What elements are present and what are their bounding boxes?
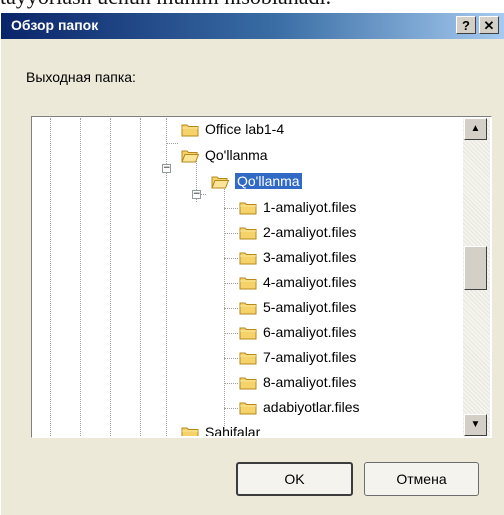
tree-item-label: Qo'llanma xyxy=(234,172,303,190)
ok-button[interactable]: OK xyxy=(236,462,353,496)
folder-icon xyxy=(239,401,257,415)
background-document-text: tayyorlash uchun muhim hisoblanadi. xyxy=(0,0,504,12)
folder-icon xyxy=(181,149,200,163)
tree-item[interactable]: Qo'llanma xyxy=(33,144,464,169)
tree-item-label: 6-amaliyot.files xyxy=(263,324,357,340)
tree-item-label: 1-amaliyot.files xyxy=(263,199,357,215)
folder-icon xyxy=(211,175,230,189)
tree-item[interactable]: 3-amaliyot.files xyxy=(33,246,464,271)
scrollbar-thumb[interactable] xyxy=(464,246,487,290)
tree-item-label: 7-amaliyot.files xyxy=(263,349,357,365)
tree-item[interactable]: Qo'llanma xyxy=(33,170,464,195)
triangle-down-icon[interactable]: ▼ xyxy=(464,414,487,436)
tree-item-label: 3-amaliyot.files xyxy=(263,249,357,265)
tree-item[interactable]: 6-amaliyot.files xyxy=(33,321,464,346)
tree-item[interactable]: Office lab1-4 xyxy=(33,118,464,143)
output-folder-label: Выходная папка: xyxy=(26,69,136,85)
tree-item[interactable]: 5-amaliyot.files xyxy=(33,296,464,321)
folder-tree[interactable]: − − Office lab1-4 Qo'llanma Qo'llanma 1-ama… xyxy=(31,116,492,438)
tree-item[interactable]: 4-amaliyot.files xyxy=(33,271,464,296)
tree-item[interactable]: 7-amaliyot.files xyxy=(33,346,464,371)
tree-item[interactable]: 1-amaliyot.files xyxy=(33,196,464,221)
folder-tree-viewport: − − Office lab1-4 Qo'llanma Qo'llanma 1-ama… xyxy=(33,118,464,436)
folder-icon xyxy=(239,301,257,315)
tree-item-label: 5-amaliyot.files xyxy=(263,299,357,315)
folder-icon xyxy=(239,326,257,340)
dialog-title: Обзор папок xyxy=(11,17,99,33)
tree-item[interactable]: 8-amaliyot.files xyxy=(33,371,464,396)
tree-item-label: Office lab1-4 xyxy=(205,121,285,137)
folder-icon xyxy=(181,123,199,137)
tree-item[interactable]: adabiyotlar.files xyxy=(33,396,464,421)
folder-icon xyxy=(239,376,257,390)
folder-icon xyxy=(239,201,257,215)
folder-icon xyxy=(181,426,199,436)
folder-icon xyxy=(239,226,257,240)
close-button[interactable]: ✕ xyxy=(479,16,499,34)
tree-item[interactable]: Sahifalar xyxy=(33,421,464,436)
tree-scrollbar[interactable]: ▲ ▼ xyxy=(463,118,490,436)
tree-item-label: 2-amaliyot.files xyxy=(263,224,357,240)
folder-icon xyxy=(239,251,257,265)
folder-icon xyxy=(239,351,257,365)
tree-item-label: Sahifalar xyxy=(205,424,261,436)
cancel-button[interactable]: Отмена xyxy=(364,462,479,496)
folder-icon xyxy=(239,276,257,290)
browse-folders-dialog: Обзор папок ? ✕ Выходная папка: − − Offi… xyxy=(0,12,504,515)
tree-item-label: adabiyotlar.files xyxy=(263,399,360,415)
title-bar[interactable]: Обзор папок ? ✕ xyxy=(1,13,504,39)
tree-item-label: 8-amaliyot.files xyxy=(263,374,357,390)
tree-item-label: 4-amaliyot.files xyxy=(263,274,357,290)
tree-item[interactable]: 2-amaliyot.files xyxy=(33,221,464,246)
tree-item-label: Qo'llanma xyxy=(205,147,268,163)
help-button[interactable]: ? xyxy=(456,16,476,34)
triangle-up-icon[interactable]: ▲ xyxy=(464,118,487,140)
